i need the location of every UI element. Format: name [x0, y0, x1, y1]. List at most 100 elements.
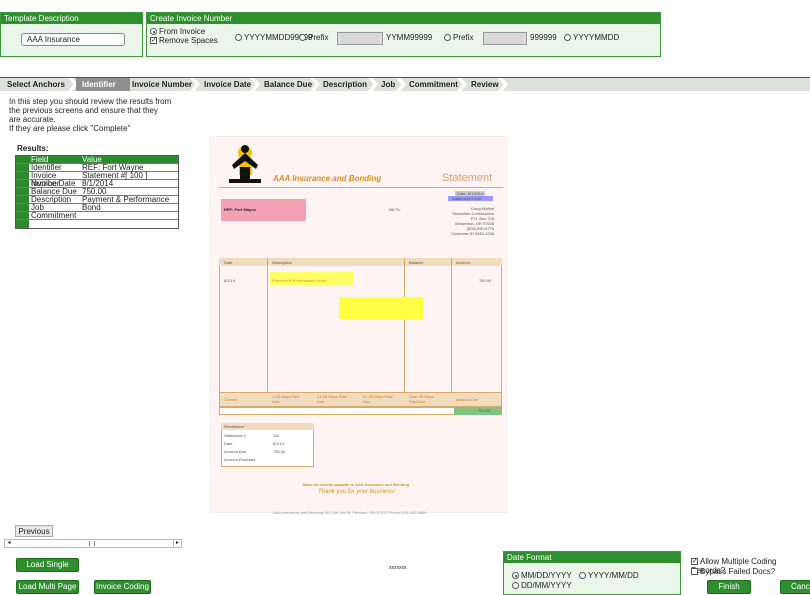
instruction-line: In this step you should review the resul…: [9, 97, 172, 106]
header-field: Field: [31, 155, 49, 164]
fmt4-label: YYYYMMDD: [573, 33, 620, 42]
table-row[interactable]: [16, 220, 178, 228]
fmt4-option[interactable]: YYYYMMDD: [564, 33, 619, 42]
prefix2-label: Prefix: [453, 33, 474, 42]
date-format-yyyymmdd[interactable]: YYYY/MM/DD: [579, 571, 639, 580]
from-invoice-radio[interactable]: [150, 28, 157, 36]
horizontal-scrollbar[interactable]: ◂ ▸: [4, 539, 182, 548]
scroll-right-icon[interactable]: ▸: [173, 540, 181, 547]
invoice-coding-button[interactable]: Invoice Coding: [94, 580, 151, 594]
chevron-right-icon: [250, 78, 260, 91]
finish-button[interactable]: Finish: [707, 580, 751, 594]
thank-you-text: Thank you for your business!: [318, 489, 396, 495]
instruction-line: are accurate.: [9, 115, 56, 124]
aging-over-90: Over 90 Days Past Due: [409, 394, 434, 404]
aging-amount-due: Amount Due: [456, 397, 479, 402]
from-invoice-option[interactable]: From Invoice: [150, 27, 205, 36]
bypass-failed-checkbox[interactable]: [691, 568, 698, 576]
date-format-panel: Date Format MM/DD/YYYY YYYY/MM/DD DD/MM/…: [503, 551, 681, 595]
center-status-text: xxxxxxx: [389, 565, 407, 571]
prefix1-label: Prefix: [308, 33, 329, 42]
date-format-title: Date Format: [504, 552, 680, 563]
row-value: Statement #[ 100 ]: [82, 171, 148, 180]
remove-spaces-option[interactable]: ✓ Remove Spaces: [150, 36, 218, 45]
allow-multiple-checkbox[interactable]: ✓: [691, 558, 698, 566]
col-description: Description: [272, 260, 293, 265]
previous-button[interactable]: Previous: [15, 525, 53, 537]
cancel-button[interactable]: Cancel: [780, 580, 810, 594]
from-invoice-label: From Invoice: [159, 27, 206, 36]
address-block: Doug Moffett Timberline Construction P.O…: [451, 206, 494, 236]
row-field: Job: [31, 203, 44, 212]
fmt1-radio[interactable]: [235, 34, 242, 42]
row-value: 750.00: [82, 187, 107, 196]
line-date: 8/1/14: [224, 278, 236, 283]
row-field: Invoice Number: [31, 171, 60, 188]
line-items-table: [219, 258, 502, 408]
template-description-input[interactable]: AAA Insurance: [21, 33, 125, 46]
row-value: 8/1/2014: [82, 179, 114, 188]
col-balance: Balance: [409, 260, 424, 265]
ref-text: REF: Fort Wayne: [224, 207, 257, 212]
instruction-line: the previous screens and ensure that the…: [9, 106, 158, 115]
wizard-steps: Select Anchors Identifier Invoice Number…: [0, 77, 810, 91]
aging-1-30: 1-30 Days Past Due: [272, 394, 300, 404]
bill-to-label: Bill To:: [389, 207, 401, 212]
tab-commitment[interactable]: Commitment: [409, 78, 458, 91]
document-preview: AAA Insurance and Bonding Statement Date…: [210, 136, 507, 515]
row-field: Invoice Date: [31, 179, 76, 188]
line-amount: 750.00: [479, 278, 492, 283]
create-invoice-number-title: Create Invoice Number: [147, 13, 660, 24]
tab-invoice-date[interactable]: Invoice Date: [204, 78, 251, 91]
load-single-page-button[interactable]: Load Single Page: [16, 558, 79, 581]
fmt4-radio[interactable]: [564, 34, 571, 42]
tab-invoice-number[interactable]: Invoice Number: [132, 78, 192, 91]
prefix2-radio[interactable]: [444, 34, 451, 42]
chevron-right-icon: [368, 78, 378, 91]
row-value: [81, 212, 178, 219]
fmt3-label: 999999: [530, 33, 557, 42]
row-value: REF: Fort Wayne: [82, 163, 144, 172]
aging-31-60: 31-60 Days Past Due: [317, 394, 347, 404]
tab-job[interactable]: Job: [381, 78, 395, 91]
date-format-ddmmyyyy[interactable]: DD/MM/YYYY: [512, 581, 572, 590]
line-description: Payment & Performance Bond: [272, 278, 327, 283]
results-label: Results:: [17, 144, 49, 153]
results-table: Field Value Identifier REF: Fort Wayne In…: [15, 155, 179, 229]
create-invoice-number-panel: Create Invoice Number From Invoice ✓ Remo…: [146, 12, 661, 57]
prefix1-radio[interactable]: [299, 34, 306, 42]
header-value: Value: [82, 155, 102, 164]
prefix2-input[interactable]: [483, 32, 527, 45]
scroll-thumb[interactable]: [89, 541, 95, 546]
aging-current: Current: [224, 397, 238, 402]
tab-balance-due[interactable]: Balance Due: [264, 78, 312, 91]
company-name: AAA Insurance and Bonding: [273, 174, 382, 183]
statement-title: Statement: [442, 172, 493, 184]
tab-select-anchors[interactable]: Select Anchors: [7, 78, 65, 91]
date-format-mmddyyyy[interactable]: MM/DD/YYYY: [512, 571, 572, 580]
row-field: [29, 220, 81, 228]
template-description-panel: Template Description AAA Insurance: [0, 12, 143, 57]
tab-review[interactable]: Review: [471, 78, 499, 91]
document-footer: AAA Insurance and Bonding 241 SW 3rd St,…: [273, 510, 427, 515]
selection-highlight: [339, 297, 423, 319]
col-date: Date: [224, 260, 233, 265]
remove-spaces-checkbox[interactable]: ✓: [150, 37, 157, 45]
prefix2-option[interactable]: Prefix: [444, 33, 473, 42]
chevron-right-icon: [396, 78, 406, 91]
row-field: Description: [31, 195, 72, 204]
chevron-right-icon: [457, 78, 467, 91]
row-field: Balance Due: [31, 187, 77, 196]
scroll-left-icon[interactable]: ◂: [5, 540, 13, 547]
prefix1-input[interactable]: [337, 32, 383, 45]
col-amount: Amount: [456, 260, 470, 265]
table-row[interactable]: Commitment: [16, 212, 178, 220]
prefix1-option[interactable]: Prefix: [299, 33, 328, 42]
load-multi-page-button[interactable]: Load Multi Page: [16, 580, 79, 594]
bypass-failed-option[interactable]: Bypass Failed Docs?: [691, 567, 775, 576]
row-field: Identifier: [31, 163, 62, 172]
tab-description[interactable]: Description: [323, 78, 367, 91]
template-description-title: Template Description: [1, 13, 142, 24]
instructions: In this step you should review the resul…: [9, 97, 171, 133]
instruction-line: If they are please click "Complete": [9, 124, 131, 133]
